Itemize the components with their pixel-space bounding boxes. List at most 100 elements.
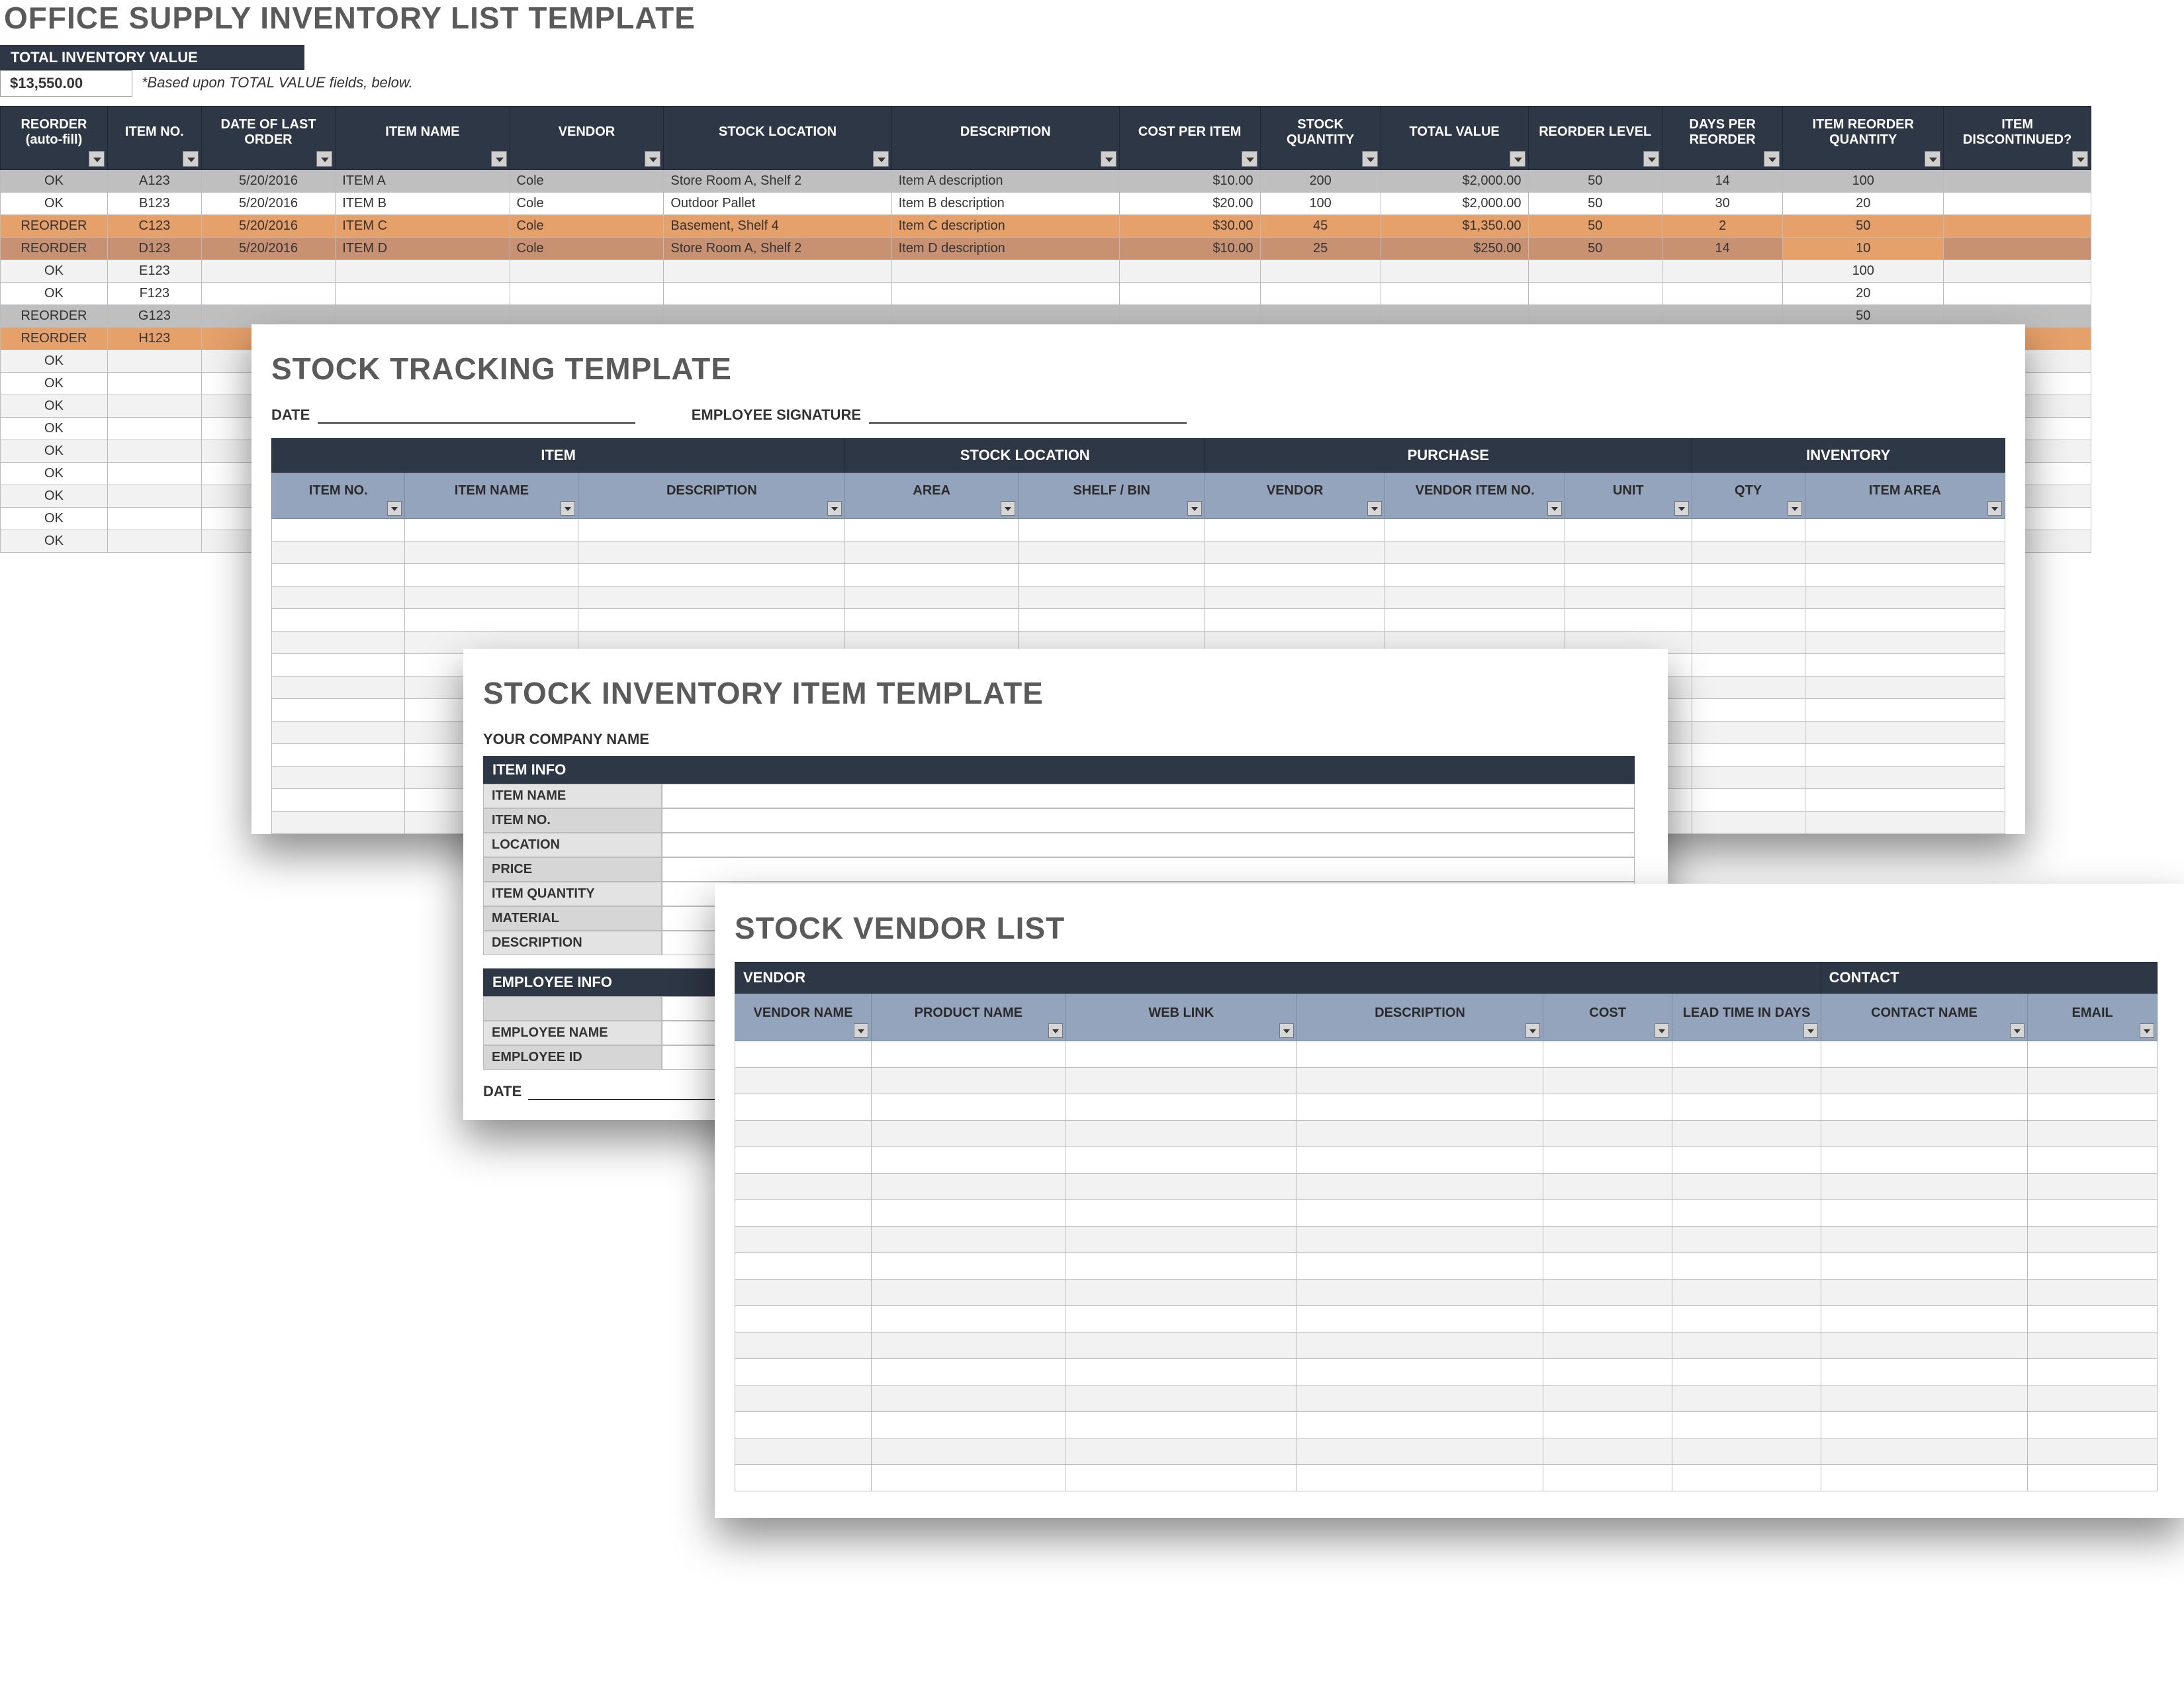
svl-cell[interactable] — [1297, 1041, 1543, 1068]
stk-row[interactable] — [272, 541, 2005, 564]
filter-dropdown-icon[interactable] — [1803, 1023, 1818, 1038]
svl-cell[interactable] — [1297, 1280, 1543, 1306]
osi-col-8[interactable]: STOCK QUANTITY — [1260, 107, 1381, 170]
osi-cell[interactable]: REORDER — [1, 238, 108, 260]
filter-dropdown-icon[interactable] — [2140, 1023, 2154, 1038]
stk-signature-field[interactable]: EMPLOYEE SIGNATURE — [692, 406, 1187, 424]
osi-cell[interactable]: 100 — [1783, 170, 1944, 193]
osi-cell[interactable]: C123 — [108, 215, 202, 238]
stk-cell[interactable] — [272, 609, 405, 632]
svl-cell[interactable] — [872, 1227, 1066, 1253]
osi-cell[interactable]: ITEM B — [336, 193, 510, 215]
osi-cell[interactable]: 50 — [1528, 215, 1662, 238]
stk-cell[interactable] — [272, 789, 405, 812]
svl-cell[interactable] — [872, 1174, 1066, 1200]
osi-cell[interactable]: A123 — [108, 170, 202, 193]
svl-cell[interactable] — [1066, 1174, 1297, 1200]
svl-cell[interactable] — [735, 1041, 872, 1068]
osi-cell[interactable]: F123 — [108, 283, 202, 305]
filter-dropdown-icon[interactable] — [1788, 501, 1802, 516]
svl-cell[interactable] — [1821, 1412, 2028, 1438]
osi-cell[interactable]: 30 — [1662, 193, 1783, 215]
stk-cell[interactable] — [405, 541, 578, 564]
svl-cell[interactable] — [2028, 1359, 2158, 1385]
filter-dropdown-icon[interactable] — [89, 151, 105, 167]
svl-row[interactable] — [735, 1068, 2158, 1094]
stk-cell[interactable] — [1205, 519, 1385, 541]
osi-col-13[interactable]: ITEM DISCONTINUED? — [1944, 107, 2091, 170]
svl-cell[interactable] — [735, 1465, 872, 1491]
svl-cell[interactable] — [2028, 1041, 2158, 1068]
osi-cell[interactable]: 20 — [1783, 193, 1944, 215]
osi-cell[interactable]: OK — [1, 350, 108, 373]
stk-cell[interactable] — [1805, 586, 2005, 609]
stk-cell[interactable] — [272, 812, 405, 834]
svl-cell[interactable] — [1672, 1385, 1821, 1412]
osi-cell[interactable]: 5/20/2016 — [201, 215, 336, 238]
osi-cell[interactable] — [1260, 260, 1381, 283]
filter-dropdown-icon[interactable] — [491, 151, 507, 167]
svl-cell[interactable] — [735, 1174, 872, 1200]
osi-cell[interactable]: Cole — [510, 170, 664, 193]
svl-cell[interactable] — [872, 1333, 1066, 1359]
stk-cell[interactable] — [1805, 789, 2005, 812]
svl-cell[interactable] — [1821, 1174, 2028, 1200]
svl-cell[interactable] — [1066, 1200, 1297, 1227]
svl-cell[interactable] — [1066, 1068, 1297, 1094]
stk-row[interactable] — [272, 609, 2005, 632]
stk-cell[interactable] — [578, 519, 845, 541]
svl-cell[interactable] — [2028, 1412, 2158, 1438]
filter-dropdown-icon[interactable] — [1925, 151, 1940, 167]
osi-cell[interactable] — [510, 260, 664, 283]
svl-cell[interactable] — [1297, 1438, 1543, 1465]
svl-cell[interactable] — [1066, 1306, 1297, 1333]
item-field-value[interactable] — [662, 857, 1635, 882]
svl-cell[interactable] — [2028, 1121, 2158, 1147]
svl-cell[interactable] — [1543, 1227, 1672, 1253]
osi-col-10[interactable]: REORDER LEVEL — [1528, 107, 1662, 170]
svl-cell[interactable] — [1672, 1200, 1821, 1227]
stk-cell[interactable] — [272, 564, 405, 586]
stk-col-5[interactable]: VENDOR — [1205, 473, 1385, 519]
stk-row[interactable] — [272, 564, 2005, 586]
svl-cell[interactable] — [1066, 1094, 1297, 1121]
osi-row[interactable]: OKA1235/20/2016ITEM AColeStore Room A, S… — [1, 170, 2091, 193]
svl-cell[interactable] — [735, 1147, 872, 1174]
svl-cell[interactable] — [2028, 1200, 2158, 1227]
svl-cell[interactable] — [1066, 1227, 1297, 1253]
osi-cell[interactable] — [1944, 238, 2091, 260]
osi-cell[interactable] — [108, 418, 202, 440]
svl-cell[interactable] — [1066, 1438, 1297, 1465]
osi-cell[interactable]: Store Room A, Shelf 2 — [664, 238, 891, 260]
svl-cell[interactable] — [1672, 1227, 1821, 1253]
filter-dropdown-icon[interactable] — [827, 501, 842, 516]
svl-cell[interactable] — [735, 1438, 872, 1465]
svl-row[interactable] — [735, 1174, 2158, 1200]
stk-cell[interactable] — [1385, 541, 1565, 564]
svl-cell[interactable] — [1821, 1359, 2028, 1385]
svl-cell[interactable] — [1821, 1333, 2028, 1359]
svl-cell[interactable] — [872, 1041, 1066, 1068]
stk-cell[interactable] — [1692, 564, 1805, 586]
svl-cell[interactable] — [1297, 1253, 1543, 1280]
svl-cell[interactable] — [1543, 1253, 1672, 1280]
svl-cell[interactable] — [1297, 1068, 1543, 1094]
filter-dropdown-icon[interactable] — [316, 151, 332, 167]
svl-row[interactable] — [735, 1438, 2158, 1465]
stk-col-9[interactable]: ITEM AREA — [1805, 473, 2005, 519]
svl-cell[interactable] — [1543, 1280, 1672, 1306]
osi-cell[interactable] — [1119, 283, 1260, 305]
osi-cell[interactable] — [1528, 260, 1662, 283]
svl-col-4[interactable]: COST — [1543, 994, 1672, 1041]
osi-cell[interactable]: REORDER — [1, 328, 108, 350]
svl-row[interactable] — [735, 1041, 2158, 1068]
svl-cell[interactable] — [1066, 1359, 1297, 1385]
filter-dropdown-icon[interactable] — [183, 151, 199, 167]
osi-cell[interactable]: $2,000.00 — [1381, 170, 1528, 193]
svl-cell[interactable] — [1672, 1094, 1821, 1121]
osi-cell[interactable]: 14 — [1662, 170, 1783, 193]
svl-cell[interactable] — [1066, 1333, 1297, 1359]
osi-row[interactable]: REORDERD1235/20/2016ITEM DColeStore Room… — [1, 238, 2091, 260]
filter-dropdown-icon[interactable] — [1525, 1023, 1540, 1038]
stk-cell[interactable] — [272, 767, 405, 789]
